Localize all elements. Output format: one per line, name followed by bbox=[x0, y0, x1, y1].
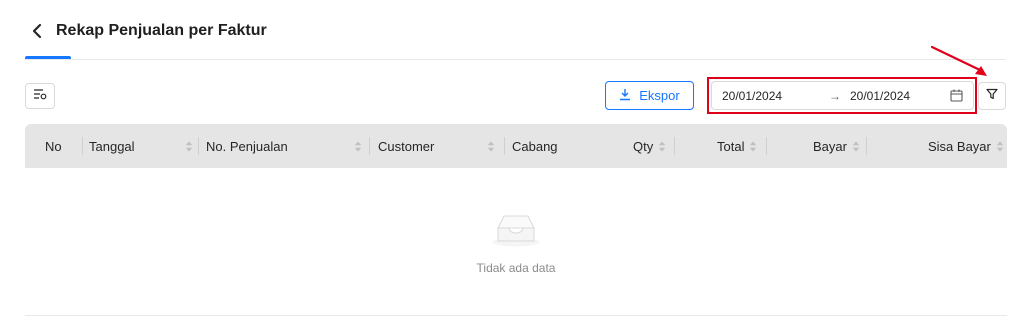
page-title: Rekap Penjualan per Faktur bbox=[56, 22, 267, 39]
sort-icon[interactable] bbox=[487, 141, 495, 152]
table-empty-state: Tidak ada data bbox=[25, 168, 1007, 316]
column-header-total[interactable]: Total bbox=[717, 124, 757, 168]
column-divider bbox=[866, 137, 867, 155]
column-header-no: No bbox=[45, 138, 62, 154]
header-divider bbox=[25, 59, 1006, 60]
date-range-picker[interactable]: 20/01/2024 → 20/01/2024 bbox=[711, 81, 974, 110]
column-settings-button[interactable] bbox=[25, 83, 55, 109]
sort-icon[interactable] bbox=[749, 141, 757, 152]
date-range-start[interactable]: 20/01/2024 bbox=[722, 89, 820, 103]
column-header-cabang: Cabang bbox=[512, 138, 558, 154]
back-arrow-icon[interactable] bbox=[28, 20, 46, 42]
column-divider bbox=[504, 137, 505, 155]
column-header-sisa-bayar[interactable]: Sisa Bayar bbox=[928, 124, 1004, 168]
sort-icon[interactable] bbox=[354, 141, 362, 152]
column-divider bbox=[369, 137, 370, 155]
export-label: Ekspor bbox=[639, 88, 680, 103]
table-header: No Tanggal No. Penjualan Customer Cabang bbox=[25, 124, 1007, 168]
sort-icon[interactable] bbox=[996, 141, 1004, 152]
filter-icon bbox=[986, 87, 998, 105]
date-range-separator: → bbox=[829, 88, 841, 103]
column-divider bbox=[766, 137, 767, 155]
sort-icon[interactable] bbox=[185, 141, 193, 152]
column-header-no-penjualan[interactable]: No. Penjualan bbox=[206, 124, 362, 168]
calendar-icon[interactable] bbox=[950, 89, 963, 102]
column-header-customer[interactable]: Customer bbox=[378, 124, 495, 168]
column-settings-icon bbox=[33, 87, 47, 105]
column-header-qty[interactable]: Qty bbox=[633, 124, 666, 168]
sort-icon[interactable] bbox=[658, 141, 666, 152]
column-divider bbox=[674, 137, 675, 155]
sales-invoice-table: No Tanggal No. Penjualan Customer Cabang bbox=[25, 124, 1007, 316]
page-header: Rekap Penjualan per Faktur bbox=[28, 20, 267, 42]
empty-inbox-icon bbox=[490, 212, 542, 253]
export-button[interactable]: Ekspor bbox=[605, 81, 694, 110]
annotation-arrow bbox=[930, 45, 987, 76]
column-divider bbox=[82, 137, 83, 155]
column-header-tanggal[interactable]: Tanggal bbox=[89, 124, 193, 168]
download-icon bbox=[619, 88, 631, 104]
sort-icon[interactable] bbox=[852, 141, 860, 152]
filter-button[interactable] bbox=[978, 82, 1006, 110]
date-range-end[interactable]: 20/01/2024 bbox=[850, 89, 946, 103]
empty-state-text: Tidak ada data bbox=[476, 261, 556, 275]
column-header-bayar[interactable]: Bayar bbox=[813, 124, 860, 168]
column-divider bbox=[198, 137, 199, 155]
